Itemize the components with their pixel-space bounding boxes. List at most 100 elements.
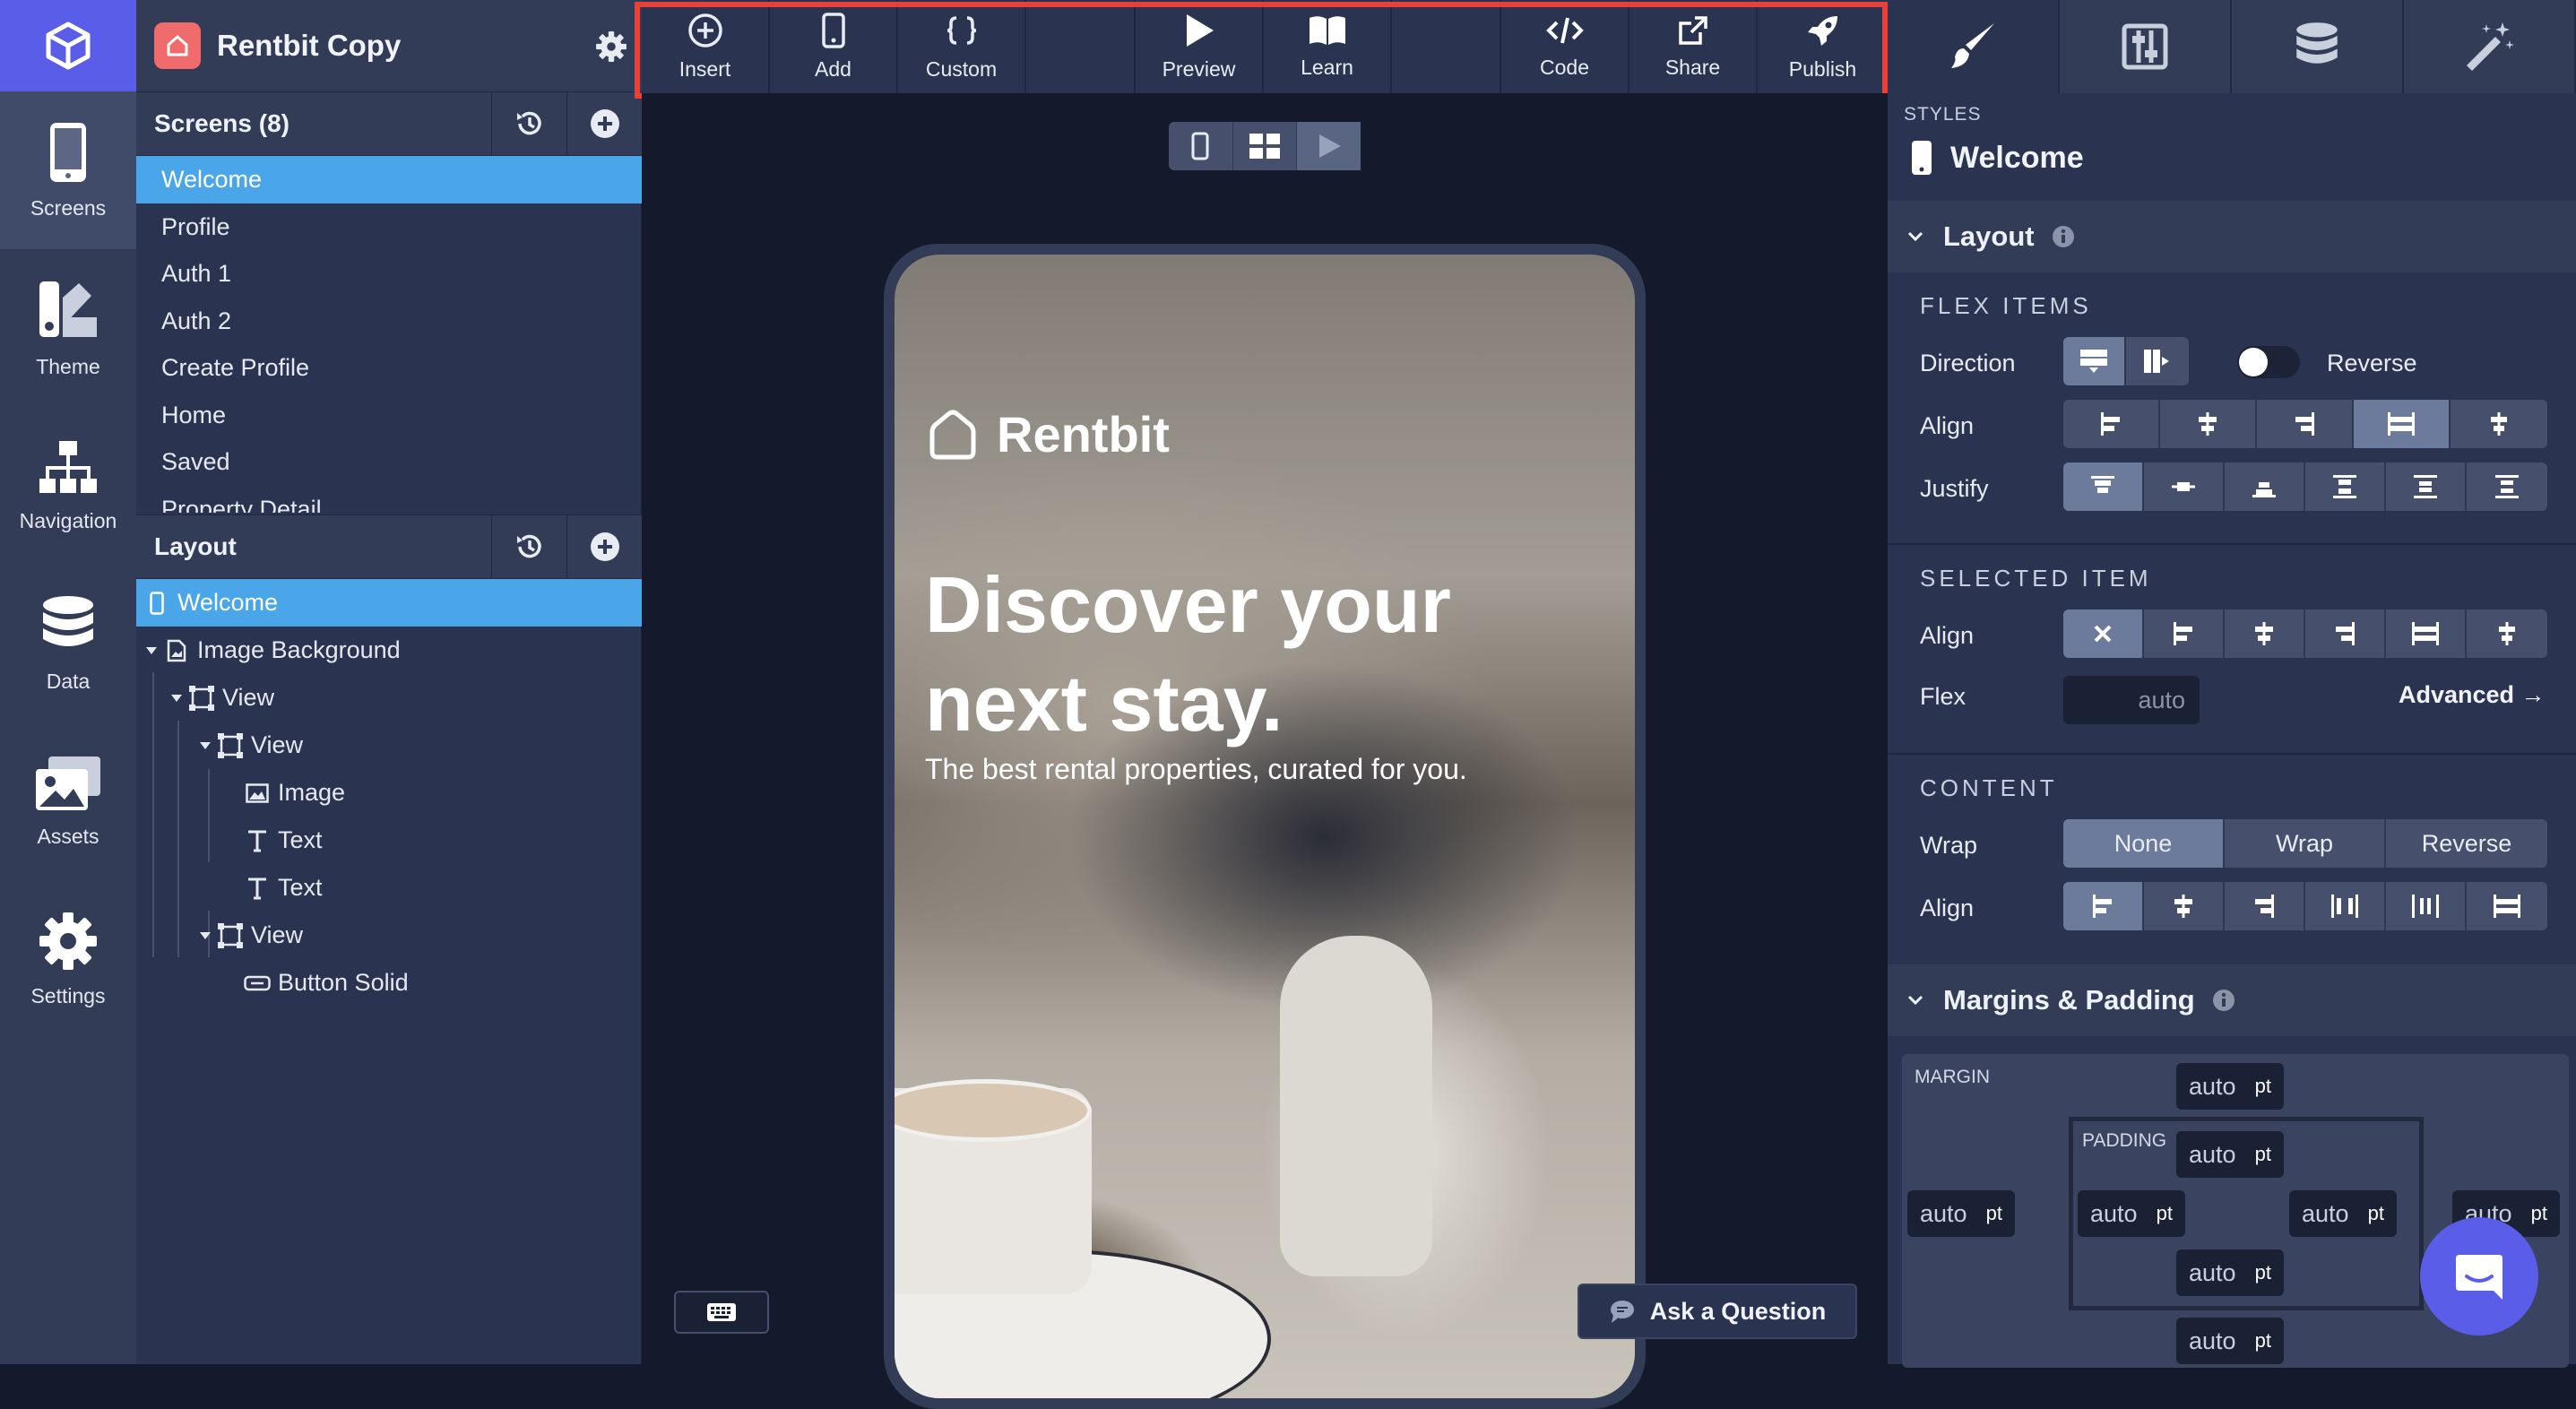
tree-node-image-background[interactable]: Image Background [136,627,642,674]
align-end-button[interactable] [2257,400,2354,448]
screens-history-button[interactable] [491,91,566,156]
align-content-stretch-button[interactable] [2467,882,2547,930]
field-value: auto [2090,1199,2138,1227]
wrap-none-button[interactable]: None [2063,819,2225,868]
direction-column-button[interactable] [2063,337,2126,385]
align-content-start-button[interactable] [2063,882,2144,930]
align-content-end-button[interactable] [2225,882,2305,930]
share-button[interactable]: Share [1629,0,1758,93]
flex-input[interactable]: auto [2063,676,2200,724]
rail-item-navigation[interactable]: Navigation [0,407,136,565]
ask-question-button[interactable]: Ask a Question [1578,1284,1857,1339]
keyboard-shortcuts-button[interactable] [674,1291,769,1334]
wrap-wrap-button[interactable]: Wrap [2225,819,2386,868]
align-self-baseline-button[interactable] [2467,609,2547,658]
margin-top-field[interactable]: auto pt [2176,1063,2284,1110]
screen-item-saved[interactable]: Saved [136,438,642,486]
margins-section-header[interactable]: Margins & Padding [1888,964,2576,1036]
justify-space-around-button[interactable] [2386,462,2467,511]
tree-node-button-solid[interactable]: Button Solid [136,959,642,1007]
align-start-button[interactable] [2063,400,2160,448]
align-content-space-between-button[interactable] [2305,882,2386,930]
add-screen-button[interactable] [566,91,642,156]
tab-magic[interactable] [2404,0,2576,93]
tree-node-text[interactable]: Text [136,817,642,864]
code-button[interactable]: Code [1501,0,1629,93]
padding-left-field[interactable]: auto pt [2078,1190,2185,1237]
reverse-toggle[interactable] [2237,346,2300,378]
margin-left-field[interactable]: auto pt [1907,1190,2015,1237]
justify-end-button[interactable] [2225,462,2305,511]
padding-right-field[interactable]: auto pt [2289,1190,2397,1237]
screen-item-home[interactable]: Home [136,392,642,439]
wrap-reverse-button[interactable]: Reverse [2386,819,2547,868]
align-self-end-button[interactable] [2305,609,2386,658]
align-self-none-button[interactable] [2063,609,2144,658]
add-button[interactable]: Add [770,0,898,93]
tab-properties[interactable] [2060,0,2232,93]
tab-data[interactable] [2232,0,2404,93]
preview-button[interactable]: Preview [1136,0,1264,93]
justify-center-button[interactable] [2144,462,2225,511]
rail-item-assets[interactable]: Assets [0,722,136,880]
align-self-center-button[interactable] [2225,609,2305,658]
learn-button[interactable]: Learn [1264,0,1392,93]
subtitle-text[interactable]: The best rental properties, curated for … [925,753,1467,786]
screen-item-create-profile[interactable]: Create Profile [136,344,642,392]
align-stretch-button[interactable] [2354,400,2451,448]
info-icon[interactable] [2211,988,2236,1013]
padding-bottom-field[interactable]: auto pt [2176,1249,2284,1296]
margin-bottom-field[interactable]: auto pt [2176,1318,2284,1364]
screen-item-property-detail[interactable]: Property Detail [136,486,642,514]
screen-item-profile[interactable]: Profile [136,203,642,251]
align-content-center-button[interactable] [2144,882,2225,930]
chat-launcher-button[interactable] [2420,1217,2538,1336]
tree-node-text[interactable]: Text [136,864,642,912]
padding-top-field[interactable]: auto pt [2176,1131,2284,1178]
rail-item-data[interactable]: Data [0,565,136,722]
device-grid-button[interactable] [1233,122,1298,170]
advanced-link[interactable]: Advanced → [2399,681,2546,709]
justify-space-evenly-button[interactable] [2467,462,2547,511]
layout-history-button[interactable] [491,514,566,579]
tree-node-image[interactable]: Image [136,769,642,817]
tree-node-welcome[interactable]: Welcome [136,579,642,627]
justify-start-button[interactable] [2063,462,2144,511]
screen-item-auth-1[interactable]: Auth 1 [136,250,642,298]
caret-down-icon[interactable] [142,646,161,655]
align-baseline-button[interactable] [2451,400,2547,448]
bird-figurine-shape [1280,936,1432,1276]
tab-styles[interactable] [1888,0,2060,93]
screen-item-auth-2[interactable]: Auth 2 [136,298,642,345]
tree-node-view[interactable]: View [136,912,642,959]
align-self-stretch-button[interactable] [2386,609,2467,658]
app-logo[interactable] [0,0,136,91]
rail-item-screens[interactable]: Screens [0,91,136,249]
rail-item-theme[interactable]: Theme [0,249,136,407]
justify-space-between-button[interactable] [2305,462,2386,511]
info-icon[interactable] [2051,224,2076,249]
device-phone-button[interactable] [1169,122,1233,170]
screen-item-welcome[interactable]: Welcome [136,156,642,203]
sitemap-icon [39,440,97,493]
welcome-screen-preview[interactable]: Rentbit Discover your next stay. The bes… [895,255,1635,1398]
caret-down-icon[interactable] [195,931,215,940]
caret-down-icon[interactable] [195,741,215,750]
tree-node-view[interactable]: View [136,722,642,769]
direction-row-button[interactable] [2126,337,2189,385]
insert-button[interactable]: Insert [642,0,770,93]
publish-button[interactable]: Publish [1758,0,1888,93]
custom-button[interactable]: Custom [898,0,1026,93]
caret-down-icon[interactable] [167,694,186,703]
align-self-start-button[interactable] [2144,609,2225,658]
app-icon[interactable] [154,22,201,69]
align-content-space-around-button[interactable] [2386,882,2467,930]
align-center-button[interactable] [2160,400,2257,448]
tree-node-view[interactable]: View [136,674,642,722]
rail-item-settings[interactable]: Settings [0,880,136,1038]
device-play-button[interactable] [1297,122,1361,170]
add-component-button[interactable] [566,514,642,579]
layout-section-header[interactable]: Layout [1888,201,2576,272]
project-settings-button[interactable] [595,30,627,63]
headline-text[interactable]: Discover your next stay. [925,556,1552,753]
